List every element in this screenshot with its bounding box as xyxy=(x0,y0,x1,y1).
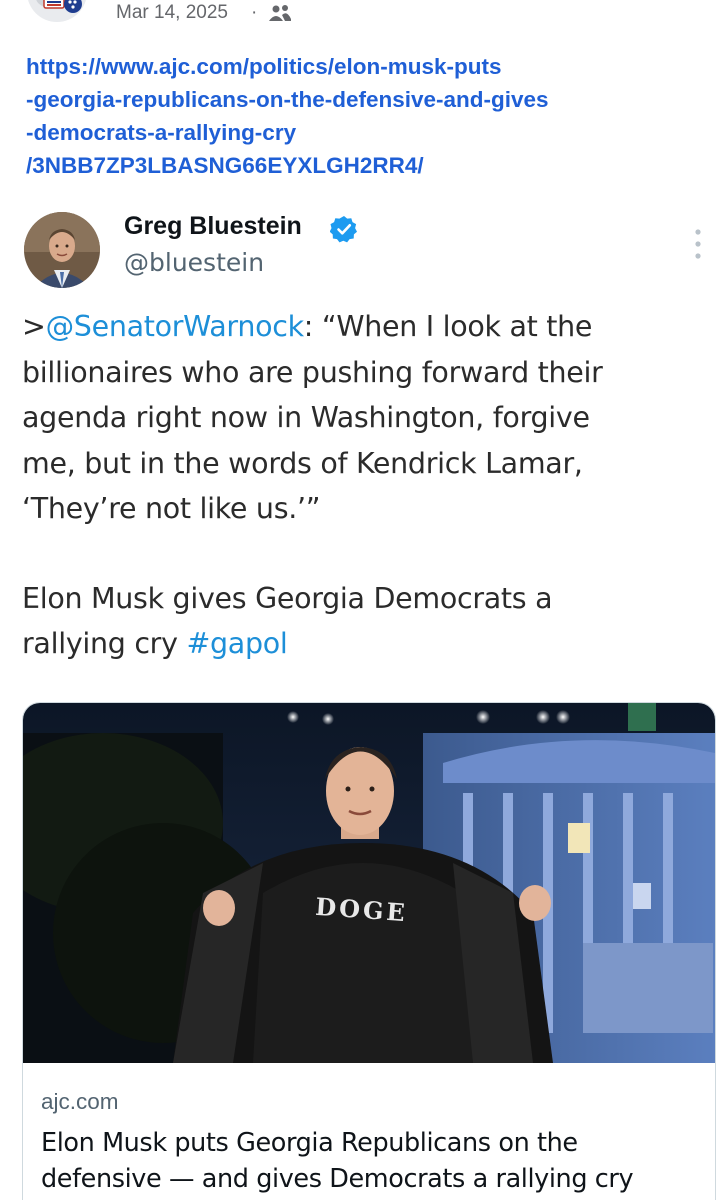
article-photo[interactable]: DOGE xyxy=(23,703,715,1063)
link-line-3[interactable]: -democrats-a-rallying-cry xyxy=(26,116,716,149)
tweet-text: >@SenatorWarnock: “When I look at the bi… xyxy=(22,304,712,667)
group-avatar-icon[interactable] xyxy=(26,0,88,26)
tweet-line-7-text: rallying cry xyxy=(22,627,187,660)
author-avatar[interactable] xyxy=(24,212,100,288)
author-handle[interactable]: @bluestein xyxy=(124,248,264,277)
link-preview-card[interactable]: DOGE ajc.com Elon Musk puts Georgia Repu… xyxy=(22,702,716,1200)
author-name[interactable]: Greg Bluestein xyxy=(124,212,302,241)
card-domain: ajc.com xyxy=(41,1089,119,1114)
link-line-4[interactable]: /3NBB7ZP3LBASNG66EYXLGH2RR4/ xyxy=(26,149,716,182)
tweet-line-3: agenda right now in Washington, forgive xyxy=(22,401,590,434)
article-link[interactable]: https://www.ajc.com/politics/elon-musk-p… xyxy=(26,50,716,182)
card-title-line-2: defensive — and gives Democrats a rallyi… xyxy=(41,1164,634,1194)
hashtag-link[interactable]: #gapol xyxy=(186,627,287,660)
quote-prefix: > xyxy=(22,310,46,343)
card-title-line-1: Elon Musk puts Georgia Republicans on th… xyxy=(41,1128,578,1158)
tweet-line-7: rallying cry #gapol xyxy=(22,621,712,667)
tweet-line-5: ‘They’re not like us.’” xyxy=(22,492,321,525)
vertical-ellipsis-icon[interactable] xyxy=(688,226,708,262)
tweet-line-1-rest: : “When I look at the xyxy=(303,310,593,343)
tweet-line-4: me, but in the words of Kendrick Lamar, xyxy=(22,446,583,480)
tweet-line-1: >@SenatorWarnock: “When I look at the xyxy=(22,304,712,350)
verified-badge-icon xyxy=(330,216,357,243)
link-line-1[interactable]: https://www.ajc.com/politics/elon-musk-p… xyxy=(26,50,716,83)
post-view: Mar 14, 2025 · https://www.ajc.com/polit… xyxy=(0,0,727,1200)
group-icon xyxy=(269,5,291,21)
post-meta-row: Mar 14, 2025 · xyxy=(0,0,727,32)
card-title: Elon Musk puts Georgia Republicans on th… xyxy=(41,1125,701,1197)
tweet-line-2: billionaires who are pushing forward the… xyxy=(22,355,603,389)
link-line-2[interactable]: -georgia-republicans-on-the-defensive-an… xyxy=(26,83,716,116)
tweet-line-6: Elon Musk gives Georgia Democrats a xyxy=(22,581,553,615)
mention-link[interactable]: @SenatorWarnock xyxy=(46,310,305,343)
meta-separator: · xyxy=(251,2,258,23)
post-date[interactable]: Mar 14, 2025 xyxy=(116,2,228,24)
